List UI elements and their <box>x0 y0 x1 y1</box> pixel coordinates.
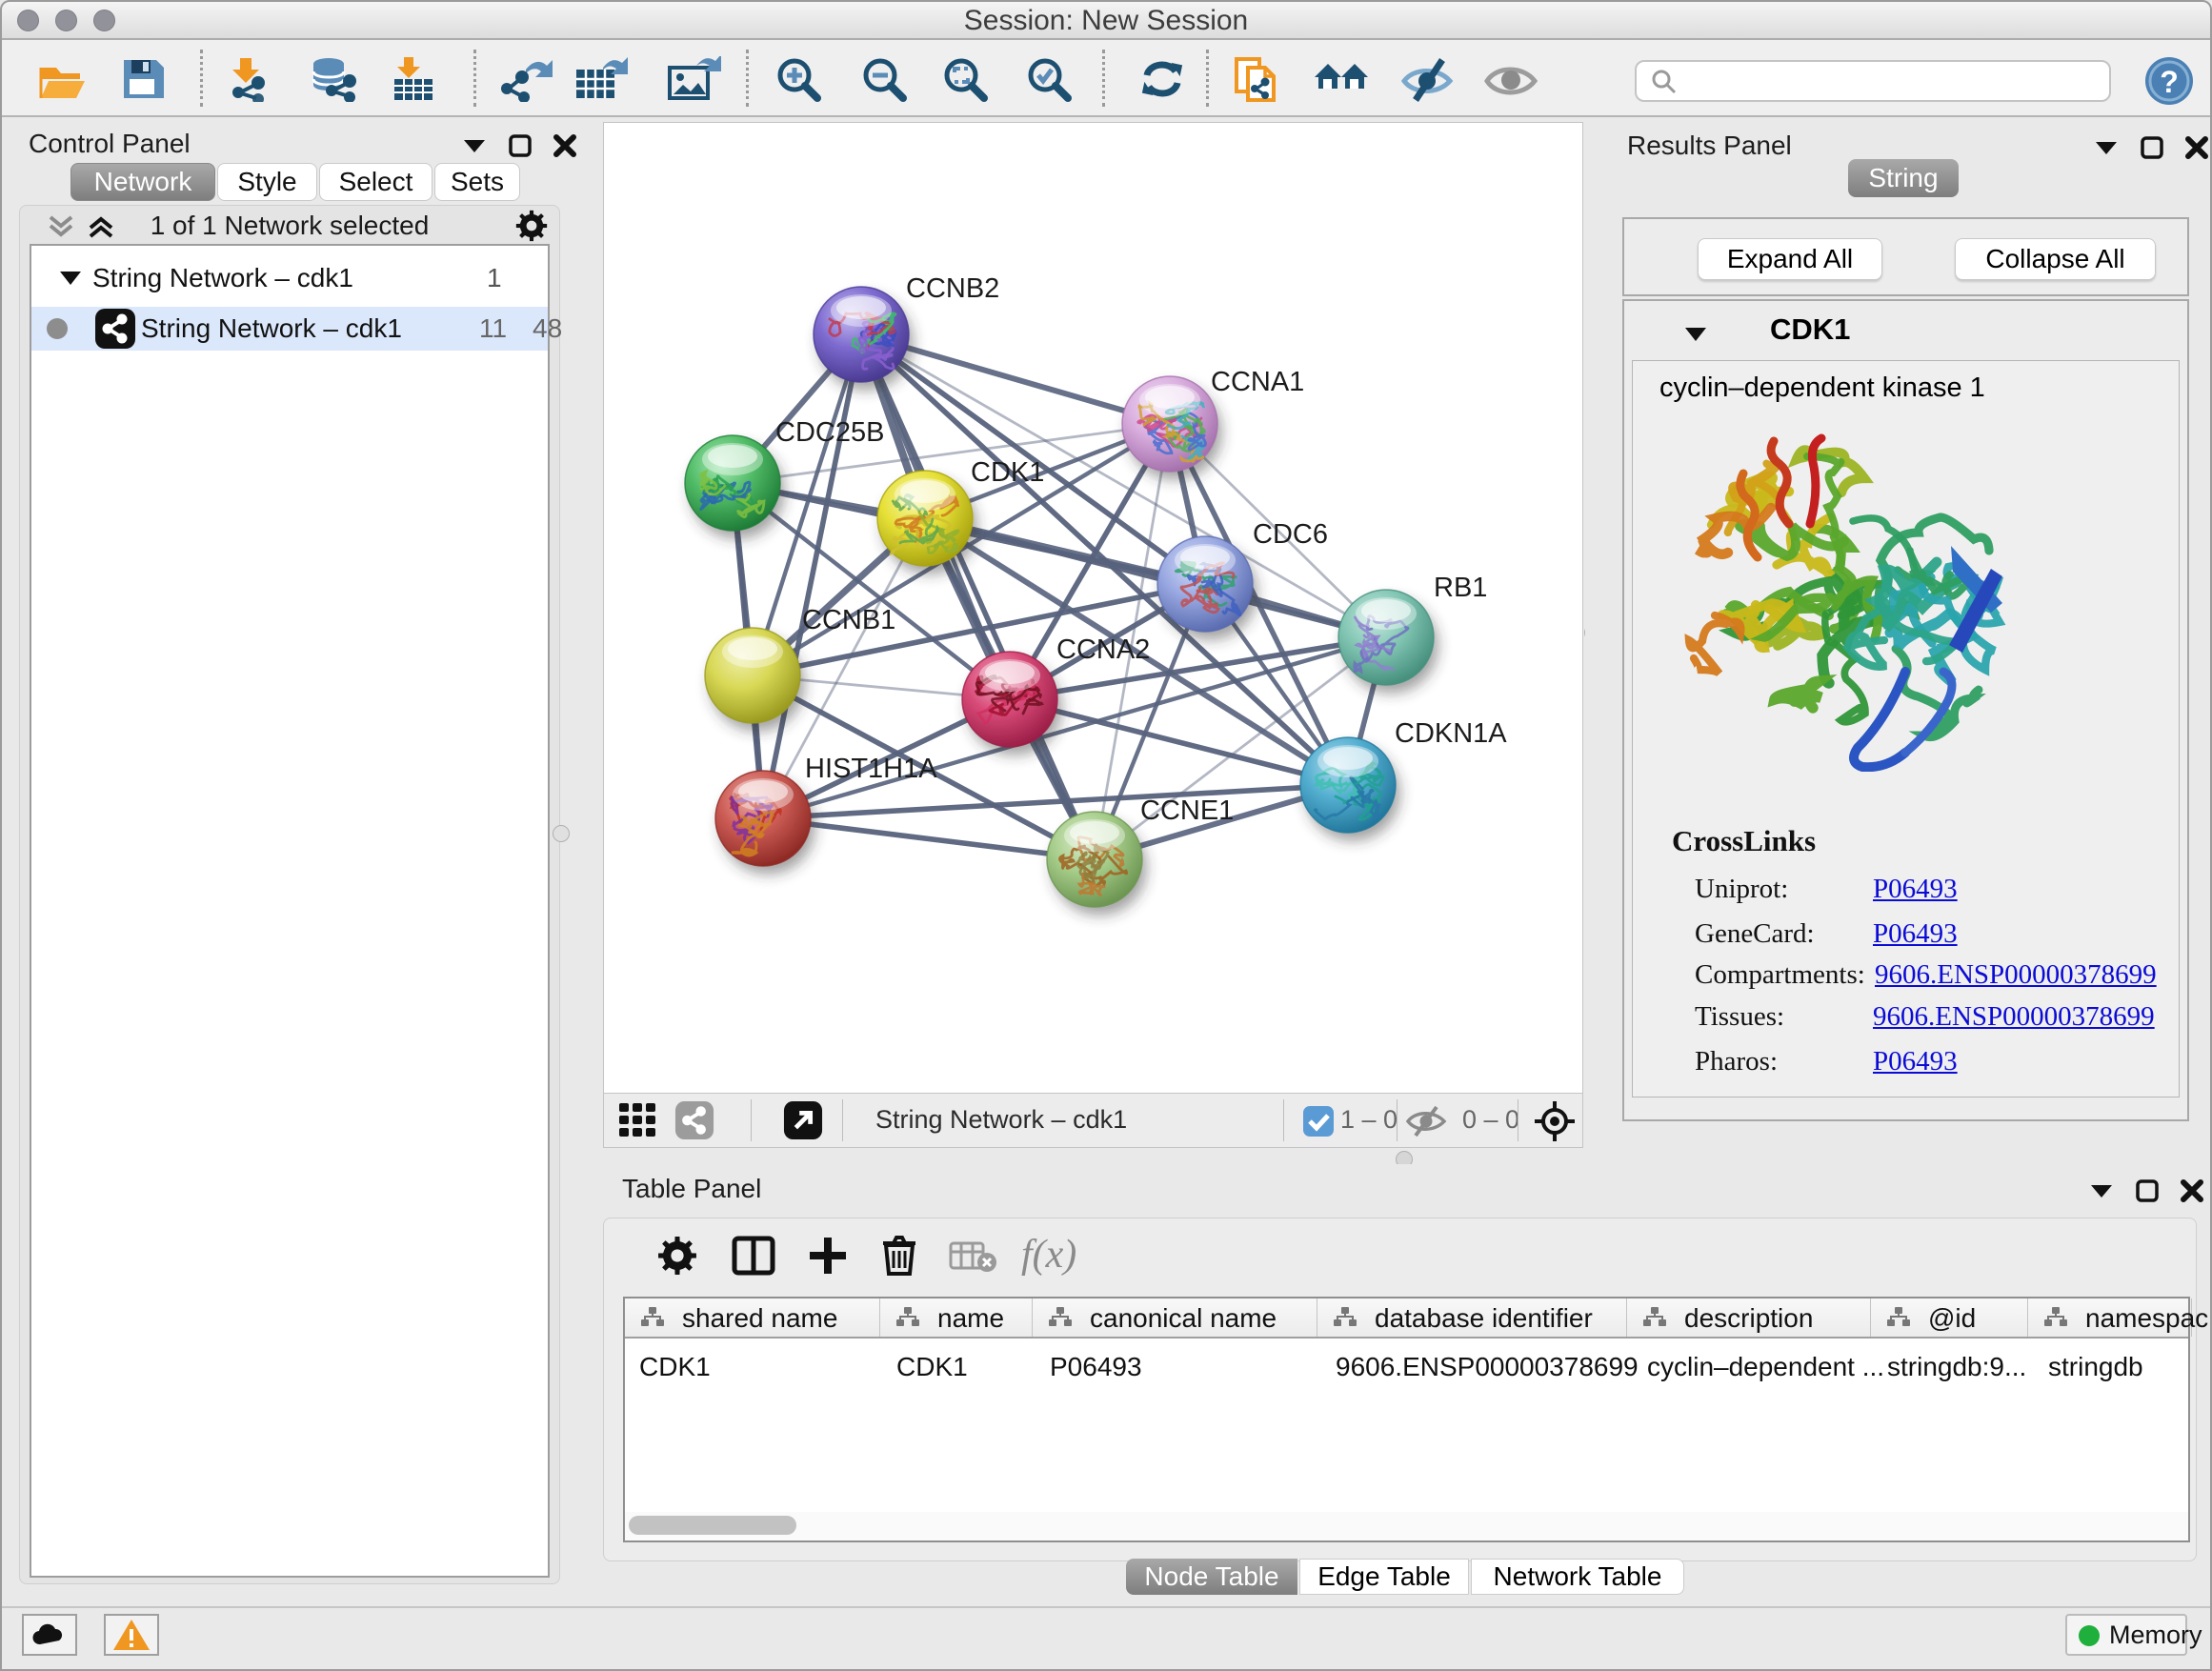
svg-text:CDC6: CDC6 <box>1253 519 1328 550</box>
svg-text:HIST1H1A: HIST1H1A <box>805 754 937 784</box>
svg-text:CCNA1: CCNA1 <box>1211 367 1304 397</box>
svg-text:CDKN1A: CDKN1A <box>1395 718 1507 749</box>
svg-text:CCNA2: CCNA2 <box>1056 634 1150 665</box>
svg-text:CCNB2: CCNB2 <box>906 273 999 304</box>
svg-text:RB1: RB1 <box>1434 573 1487 603</box>
svg-text:CCNB1: CCNB1 <box>802 605 895 635</box>
svg-text:CCNE1: CCNE1 <box>1140 795 1234 826</box>
svg-text:CDC25B: CDC25B <box>775 417 884 448</box>
svg-text:CDK1: CDK1 <box>971 457 1044 488</box>
svg-text:?: ? <box>2160 65 2179 99</box>
